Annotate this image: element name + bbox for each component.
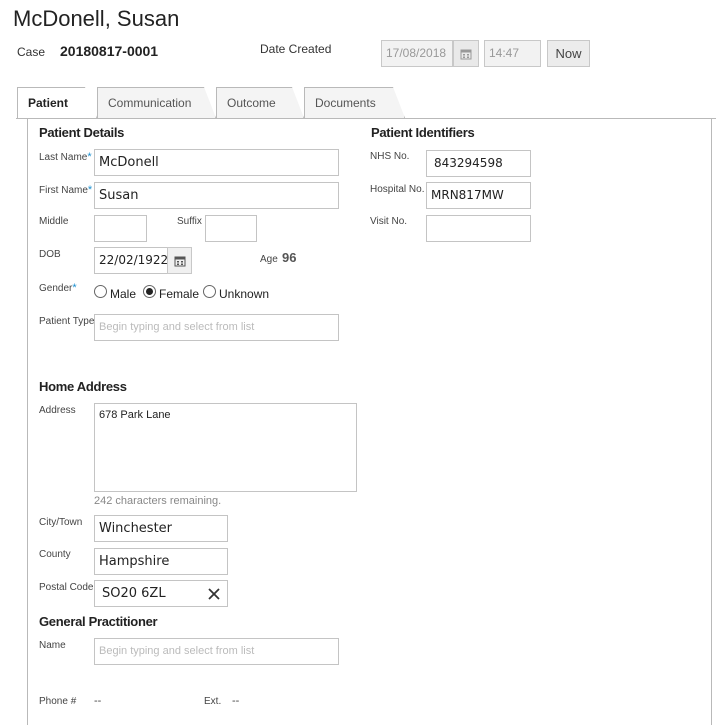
patient-type-label: Patient Type <box>39 316 95 327</box>
patient-type-input[interactable]: Begin typing and select from list <box>94 314 339 341</box>
close-icon <box>208 588 220 600</box>
dob-label: DOB <box>39 249 61 260</box>
time-created-field[interactable]: 14:47 <box>484 40 541 67</box>
county-label: County <box>39 549 71 560</box>
county-input[interactable]: Hampshire <box>94 548 228 575</box>
postal-code-clear-button[interactable] <box>207 587 221 601</box>
visit-number-input[interactable] <box>426 215 531 242</box>
nhs-number-input[interactable]: 843294598 <box>426 150 531 177</box>
case-number: 20180817-0001 <box>60 43 159 59</box>
gp-ext-value: -- <box>232 695 240 707</box>
hospital-number-label: Hospital No. <box>370 184 425 195</box>
middle-name-label: Middle <box>39 216 69 227</box>
gender-label: Gender* <box>39 282 77 294</box>
postal-code-label: Postal Code <box>39 582 94 593</box>
required-asterisk-icon: * <box>72 282 77 294</box>
page-title: McDonell, Susan <box>13 6 180 31</box>
suffix-label: Suffix <box>177 216 202 227</box>
middle-name-input[interactable] <box>94 215 147 242</box>
gender-male-radio[interactable] <box>94 285 107 298</box>
first-name-input[interactable]: Susan <box>94 182 339 209</box>
tab-patient[interactable]: Patient <box>17 87 97 118</box>
gender-unknown-label[interactable]: Unknown <box>219 287 269 301</box>
address-label: Address <box>39 405 76 416</box>
hospital-number-input[interactable]: MRN817MW <box>426 182 531 209</box>
calendar-icon <box>460 49 472 59</box>
date-created-label: Date Created <box>260 42 332 56</box>
gender-unknown-radio[interactable] <box>203 285 216 298</box>
calendar-icon <box>174 256 185 266</box>
panel-border-left <box>27 118 28 725</box>
now-button[interactable]: Now <box>547 40 590 67</box>
dob-input[interactable]: 22/02/1922 <box>94 247 168 274</box>
patient-identifiers-heading: Patient Identifiers <box>371 125 475 140</box>
required-asterisk-icon: * <box>87 151 92 163</box>
postal-code-value: SO20 6ZL <box>102 586 166 601</box>
gender-male-label[interactable]: Male <box>110 287 136 301</box>
gender-female-label[interactable]: Female <box>159 287 199 301</box>
gp-name-label: Name <box>39 640 66 651</box>
date-created-calendar-button[interactable] <box>453 40 479 67</box>
suffix-input[interactable] <box>205 215 257 242</box>
nhs-number-label: NHS No. <box>370 151 410 162</box>
gp-phone-value: -- <box>94 695 102 707</box>
gp-name-input[interactable]: Begin typing and select from list <box>94 638 339 665</box>
gender-female-radio[interactable] <box>143 285 156 298</box>
dob-calendar-button[interactable] <box>167 247 192 274</box>
gp-phone-label: Phone # <box>39 696 77 707</box>
tab-communication[interactable]: Communication <box>97 87 216 118</box>
city-input[interactable]: Winchester <box>94 515 228 542</box>
gp-heading: General Practitioner <box>39 614 158 629</box>
patient-details-heading: Patient Details <box>39 125 125 140</box>
tab-documents[interactable]: Documents <box>304 87 405 118</box>
city-label: City/Town <box>39 517 83 528</box>
tab-outcome[interactable]: Outcome <box>216 87 304 118</box>
required-asterisk-icon: * <box>87 184 93 196</box>
home-address-heading: Home Address <box>39 379 127 394</box>
address-chars-remaining: 242 characters remaining. <box>94 495 222 507</box>
date-created-field[interactable]: 17/08/2018 <box>381 40 453 67</box>
panel-border-right <box>711 118 712 725</box>
case-label: Case <box>17 45 46 59</box>
first-name-label: First Name* <box>39 184 93 196</box>
last-name-input[interactable]: McDonell <box>94 149 339 176</box>
age-value: 96 <box>282 250 297 265</box>
tab-divider <box>16 118 716 119</box>
address-textarea[interactable]: 678 Park Lane <box>94 403 357 492</box>
visit-number-label: Visit No. <box>370 216 408 227</box>
age-label: Age <box>260 254 278 265</box>
gp-ext-label: Ext. <box>204 696 222 707</box>
last-name-label: Last Name* <box>39 151 92 163</box>
